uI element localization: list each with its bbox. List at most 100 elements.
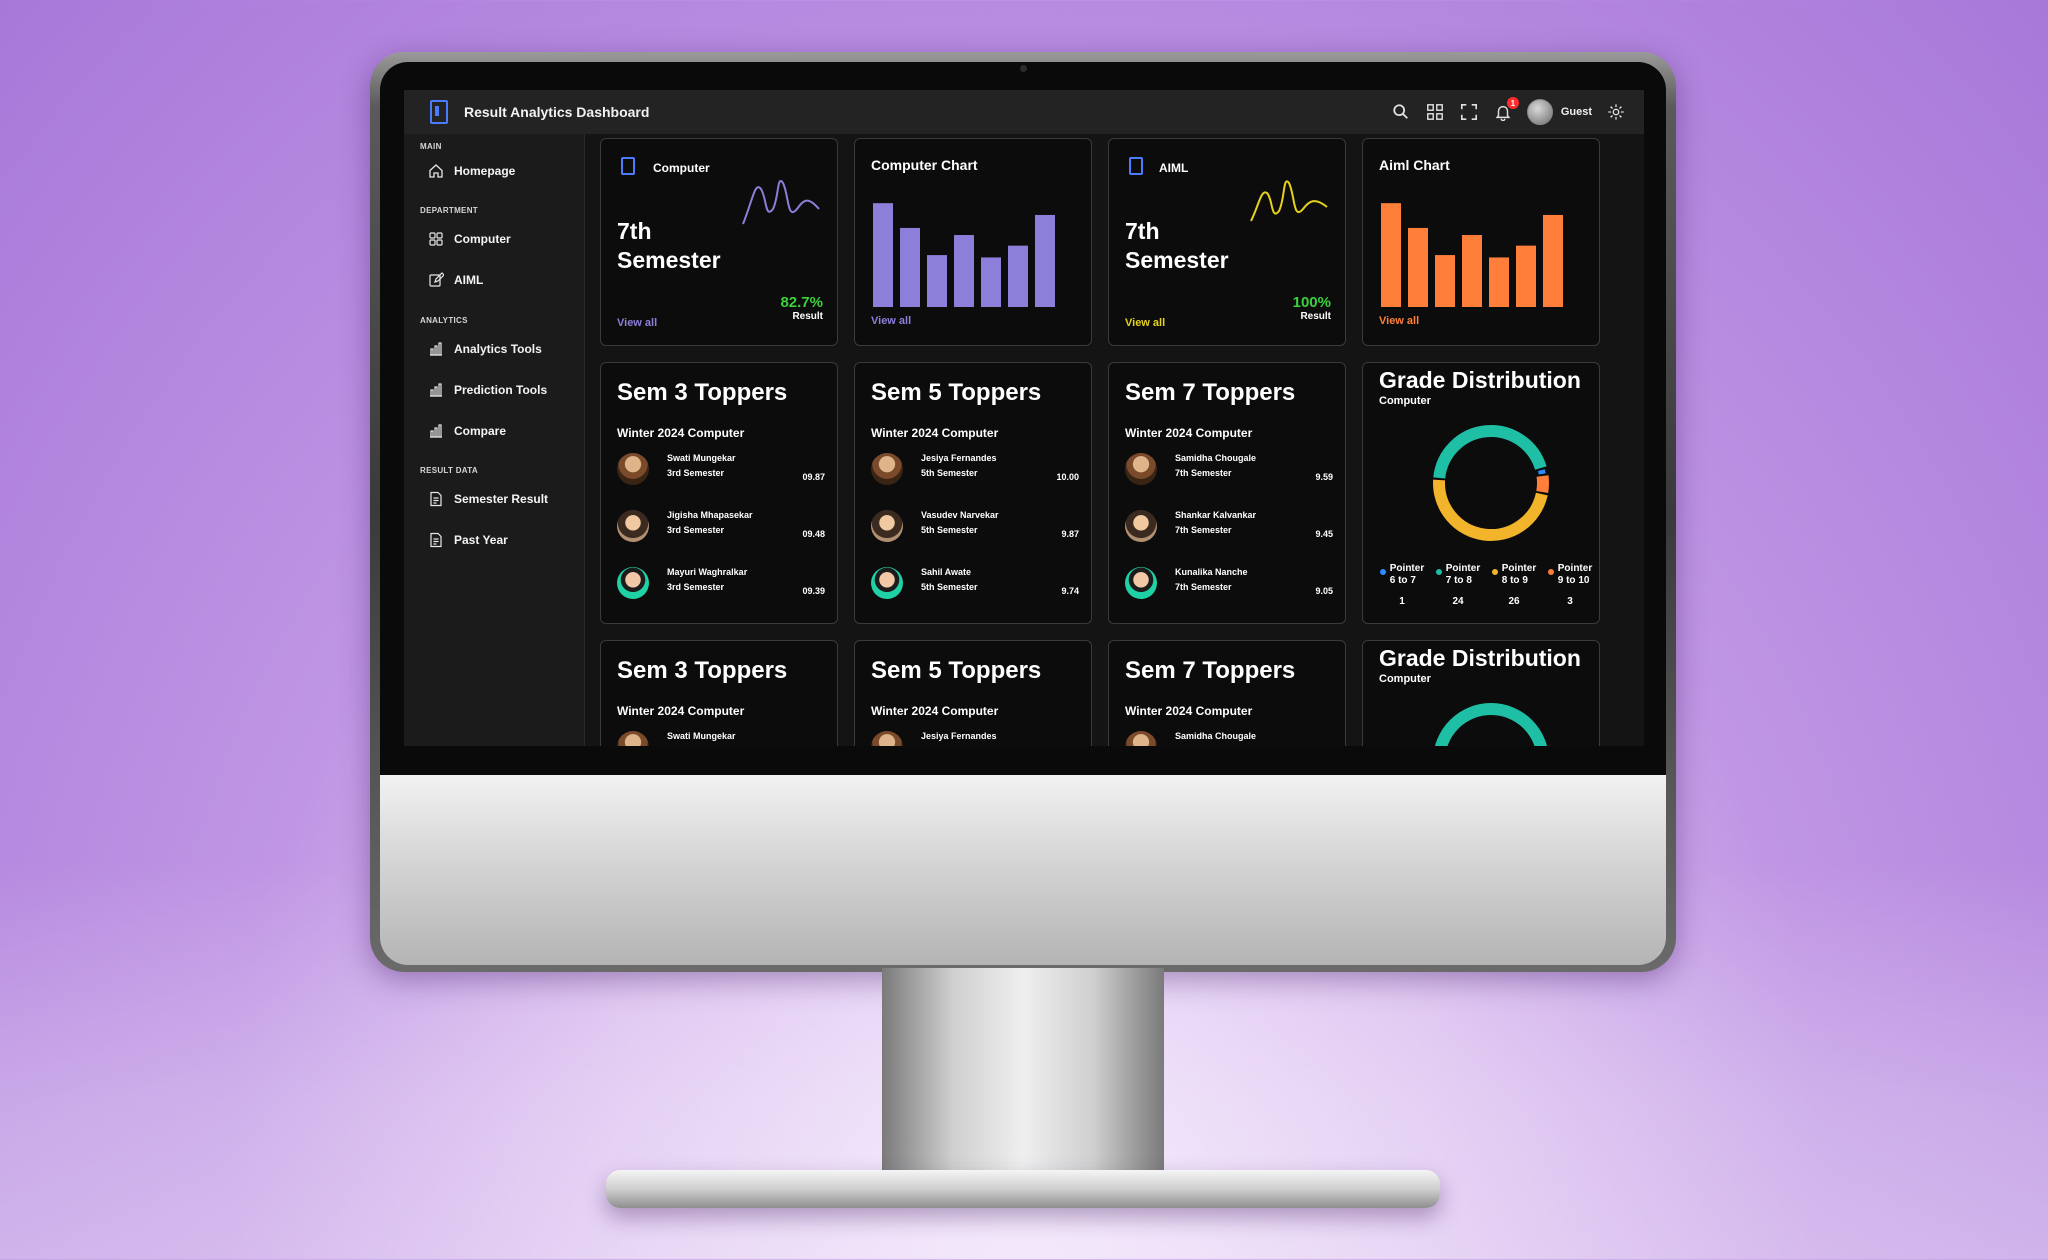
legend-dot <box>1435 569 1442 575</box>
chart-bar[interactable] <box>1516 245 1536 307</box>
sidebar-item-semester-result[interactable]: Semester Result <box>428 488 548 510</box>
chart-bar[interactable] <box>1035 214 1055 307</box>
legend-value: 1 <box>1399 596 1405 607</box>
toppers-card: Sem 3 Toppers Winter 2024 Computer Swati… <box>600 640 838 746</box>
chart-bar[interactable] <box>1543 214 1563 307</box>
student-score: 9.05 <box>1315 586 1333 596</box>
student-avatar <box>871 567 903 599</box>
toppers-title: Sem 5 Toppers <box>871 379 1042 406</box>
student-name: Swati Mungekar <box>667 453 736 463</box>
sidebar-item-label: Analytics Tools <box>454 342 542 356</box>
student-avatar <box>1125 510 1157 542</box>
chart-bar[interactable] <box>954 235 974 307</box>
donut-slice[interactable] <box>1537 469 1546 475</box>
legend-dot <box>1379 569 1386 575</box>
view-all-link[interactable]: View all <box>1379 315 1419 327</box>
card-title: AIML <box>1159 161 1189 175</box>
settings-gear-icon[interactable] <box>1606 102 1626 122</box>
topper-row[interactable]: Kunalika Nanche 7th Semester 9.05 <box>1125 567 1333 611</box>
student-score: 09.39 <box>802 586 825 596</box>
card-title: Aiml Chart <box>1379 157 1450 173</box>
card-title: Computer Chart <box>871 157 978 173</box>
sidebar-item-label: Semester Result <box>454 492 549 506</box>
donut-slice[interactable] <box>1536 475 1549 494</box>
grade-distribution-card: Grade Distribution Computer <box>1362 640 1600 746</box>
search-icon[interactable] <box>1391 102 1411 122</box>
monitor-stand-base <box>606 1170 1440 1208</box>
student-name: Vasudev Narvekar <box>921 510 999 520</box>
toppers-title: Sem 7 Toppers <box>1125 379 1296 406</box>
chart-bar[interactable] <box>1462 235 1482 307</box>
computer-bar-chart <box>873 203 1055 307</box>
chart-bar[interactable] <box>1489 257 1509 307</box>
sidebar-item-label: Prediction Tools <box>454 383 548 397</box>
sidebar-item-prediction-tools[interactable]: Prediction Tools <box>428 379 547 401</box>
grid-icon <box>429 232 443 246</box>
student-semester: 3rd Semester <box>667 468 725 478</box>
student-score: 9.87 <box>1061 529 1079 539</box>
legend-dot <box>1547 569 1554 575</box>
aiml-bar-chart <box>1381 203 1563 307</box>
toppers-subtitle: Winter 2024 Computer <box>871 426 999 440</box>
chart-bar[interactable] <box>900 227 920 307</box>
chart-bar[interactable] <box>873 203 893 307</box>
topper-row[interactable]: Sahil Awate 5th Semester 9.74 <box>871 567 1079 611</box>
topper-row[interactable]: Jesiya Fernandes 5th Semester 10.00 <box>871 731 1079 746</box>
apps-grid-icon[interactable] <box>1425 102 1445 122</box>
user-name[interactable]: Guest <box>1561 106 1592 118</box>
sidebar-item-analytics-tools[interactable]: Analytics Tools <box>428 338 542 360</box>
toppers-title: Sem 5 Toppers <box>871 657 1042 684</box>
student-name: Jesiya Fernandes <box>921 453 997 463</box>
aiml-chart-card: Aiml Chart View all <box>1362 138 1600 346</box>
chart-bar[interactable] <box>1008 245 1028 307</box>
view-all-link[interactable]: View all <box>1125 317 1165 329</box>
sidebar-item-aiml[interactable]: AIML <box>428 269 483 291</box>
sidebar-item-label: Past Year <box>454 533 508 547</box>
student-score: 10.00 <box>1056 472 1079 482</box>
trend-sparkline <box>1250 180 1328 222</box>
toppers-title: Sem 3 Toppers <box>617 379 788 406</box>
topper-row[interactable]: Jesiya Fernandes 5th Semester 10.00 <box>871 453 1079 497</box>
view-all-link[interactable]: View all <box>871 315 911 327</box>
student-avatar <box>871 453 903 485</box>
student-name: Swati Mungekar <box>667 731 736 741</box>
topper-row[interactable]: Shankar Kalvankar 7th Semester 9.45 <box>1125 510 1333 554</box>
sidebar-item-homepage[interactable]: Homepage <box>428 160 515 182</box>
chart-bar[interactable] <box>981 257 1001 307</box>
student-name: Samidha Chougale <box>1175 731 1257 741</box>
student-name: Samidha Chougale <box>1175 453 1257 463</box>
student-avatar <box>617 731 649 746</box>
student-semester: 5th Semester <box>921 582 978 592</box>
sidebar-section-main: MAIN <box>420 142 442 151</box>
view-all-link[interactable]: View all <box>617 317 657 329</box>
student-name: Jesiya Fernandes <box>921 731 997 741</box>
notification-bell-icon[interactable]: 1 <box>1493 97 1519 122</box>
toppers-card: Sem 5 Toppers Winter 2024 Computer Jesiy… <box>854 362 1092 624</box>
topper-row[interactable]: Mayuri Waghralkar 3rd Semester 09.39 <box>617 567 825 611</box>
fullscreen-icon[interactable] <box>1459 102 1479 122</box>
chart-bar[interactable] <box>1435 255 1455 307</box>
topper-row[interactable]: Samidha Chougale 7th Semester 9.59 <box>1125 731 1333 746</box>
semester-label: 7th Semester <box>1125 218 1229 273</box>
chart-bar[interactable] <box>927 255 947 307</box>
card-subtitle: Computer <box>1379 673 1431 685</box>
sidebar-item-computer[interactable]: Computer <box>428 228 511 250</box>
app-logo-icon[interactable] <box>430 100 448 124</box>
student-semester: 5th Semester <box>921 525 978 535</box>
user-avatar[interactable] <box>1526 99 1553 125</box>
sidebar-item-past-year[interactable]: Past Year <box>428 529 508 551</box>
topper-row[interactable]: Vasudev Narvekar 5th Semester 9.87 <box>871 510 1079 554</box>
topper-row[interactable]: Jigisha Mhapasekar 3rd Semester 09.48 <box>617 510 825 554</box>
chart-bar[interactable] <box>1381 203 1401 307</box>
donut-slice[interactable] <box>1433 479 1548 541</box>
toppers-subtitle: Winter 2024 Computer <box>1125 704 1253 718</box>
topper-row[interactable]: Swati Mungekar 3rd Semester 09.87 <box>617 453 825 497</box>
topper-row[interactable]: Samidha Chougale 7th Semester 9.59 <box>1125 453 1333 497</box>
student-name: Shankar Kalvankar <box>1175 510 1257 520</box>
topper-row[interactable]: Swati Mungekar 3rd Semester 09.87 <box>617 731 825 746</box>
sidebar-item-compare[interactable]: Compare <box>428 420 506 442</box>
chart-bar[interactable] <box>1408 227 1428 307</box>
toppers-subtitle: Winter 2024 Computer <box>871 704 999 718</box>
sidebar-section-result-data: RESULT DATA <box>420 466 478 475</box>
donut-slice[interactable] <box>1433 425 1547 479</box>
